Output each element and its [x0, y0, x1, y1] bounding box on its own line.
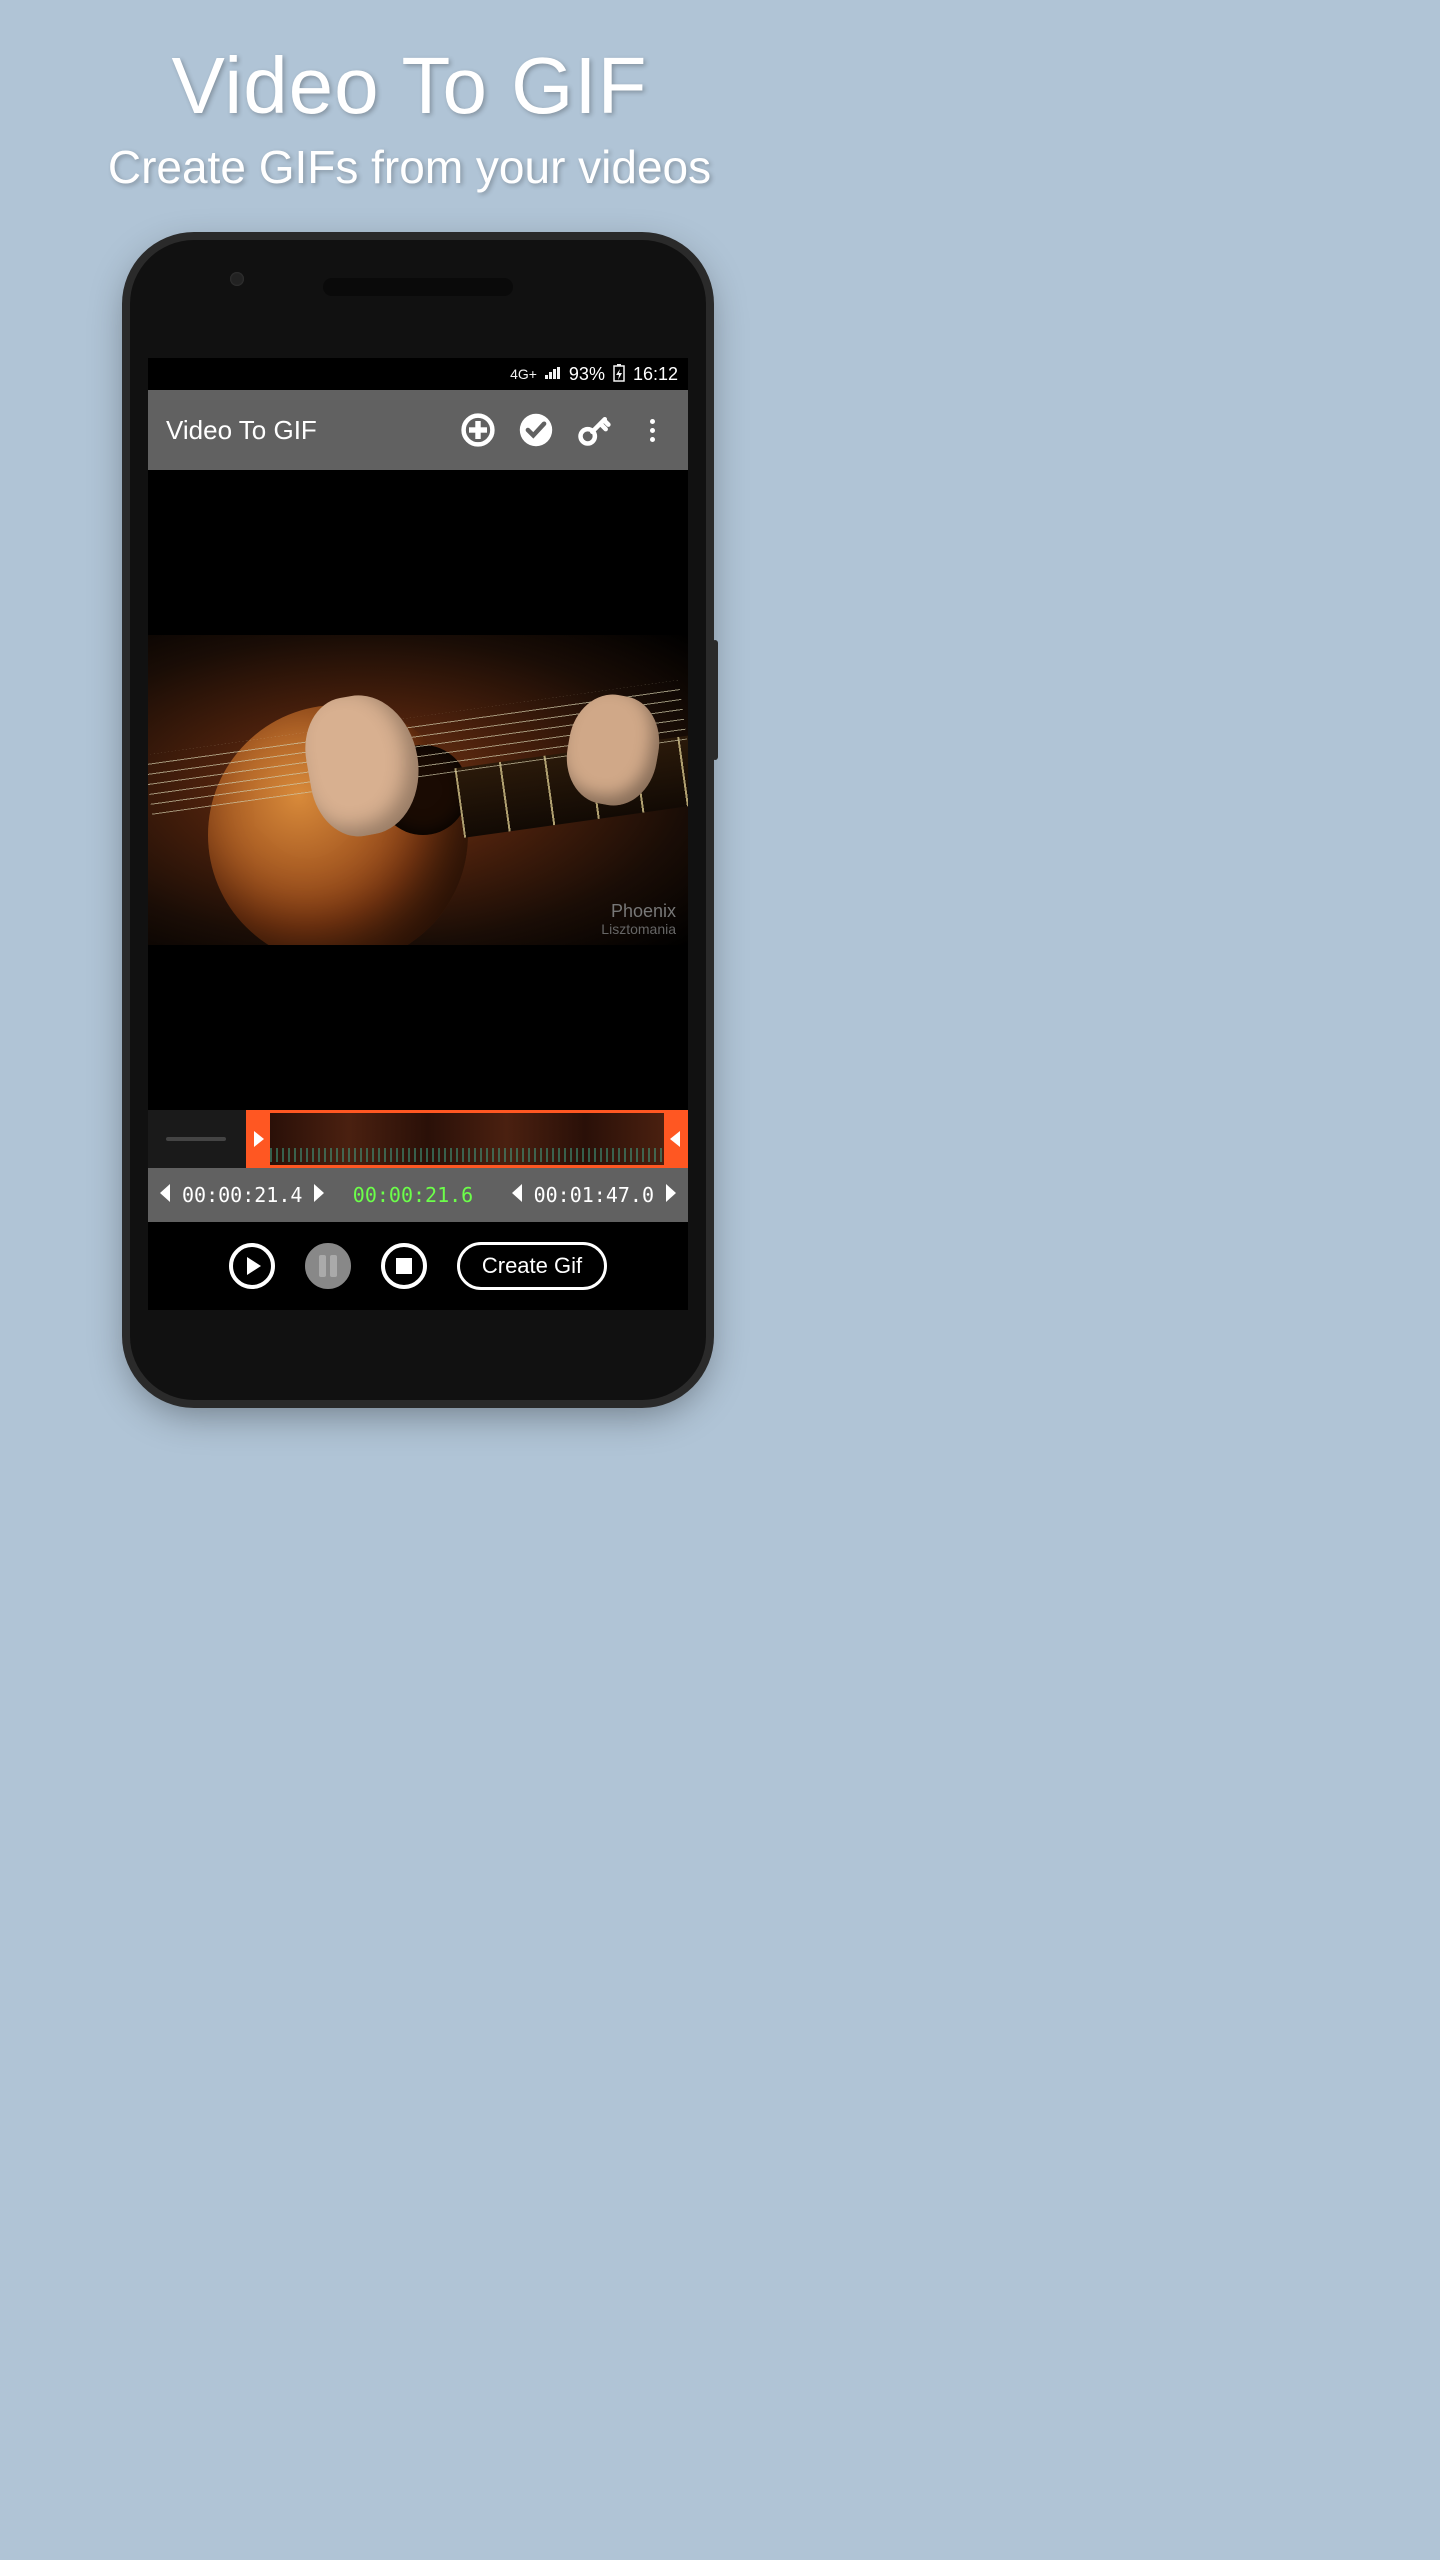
- phone-frame: 4G+ 93% 16:12 Video To GIF: [130, 240, 706, 1400]
- status-bar: 4G+ 93% 16:12: [148, 358, 688, 390]
- promo-header: Video To GIF Create GIFs from your video…: [0, 0, 819, 194]
- play-button[interactable]: [229, 1243, 275, 1289]
- current-time: 00:00:21.6: [353, 1183, 473, 1207]
- play-icon: [247, 1257, 261, 1275]
- promo-subtitle: Create GIFs from your videos: [0, 140, 819, 194]
- key-button[interactable]: [576, 412, 612, 448]
- timeline-thumbnails[interactable]: [270, 1110, 664, 1168]
- watermark-line2: Lisztomania: [601, 922, 676, 937]
- more-vert-icon: [650, 419, 655, 442]
- start-time-prev-button[interactable]: [154, 1181, 178, 1210]
- end-time: 00:01:47.0: [534, 1183, 654, 1207]
- confirm-button[interactable]: [518, 412, 554, 448]
- create-gif-button[interactable]: Create Gif: [457, 1242, 607, 1290]
- timeline-leading: [148, 1110, 246, 1168]
- app-bar: Video To GIF: [148, 390, 688, 470]
- stop-icon: [396, 1258, 412, 1274]
- battery-percent: 93%: [569, 364, 605, 385]
- add-button[interactable]: [460, 412, 496, 448]
- video-watermark: Phoenix Lisztomania: [601, 902, 676, 937]
- start-time: 00:00:21.4: [182, 1183, 302, 1207]
- watermark-line1: Phoenix: [601, 902, 676, 922]
- overflow-menu-button[interactable]: [634, 412, 670, 448]
- pause-button[interactable]: [305, 1243, 351, 1289]
- end-time-prev-button[interactable]: [506, 1181, 530, 1210]
- stop-button[interactable]: [381, 1243, 427, 1289]
- trim-end-handle[interactable]: [664, 1110, 688, 1168]
- appbar-title: Video To GIF: [166, 415, 438, 446]
- signal-icon: [545, 366, 561, 382]
- trim-start-handle[interactable]: [246, 1110, 270, 1168]
- phone-speaker: [323, 278, 513, 296]
- playback-controls: Create Gif: [148, 1222, 688, 1310]
- battery-charging-icon: [613, 364, 625, 385]
- video-frame: Phoenix Lisztomania: [148, 635, 688, 945]
- end-time-next-button[interactable]: [658, 1181, 682, 1210]
- video-preview[interactable]: Phoenix Lisztomania: [148, 470, 688, 1110]
- time-row: 00:00:21.4 00:00:21.6 00:01:47.0: [148, 1168, 688, 1222]
- network-icon: 4G+: [510, 366, 537, 382]
- status-time: 16:12: [633, 364, 678, 385]
- promo-title: Video To GIF: [0, 40, 819, 132]
- timeline-strip[interactable]: [148, 1110, 688, 1168]
- start-time-next-button[interactable]: [306, 1181, 330, 1210]
- phone-screen: 4G+ 93% 16:12 Video To GIF: [148, 358, 688, 1310]
- phone-camera: [230, 272, 244, 286]
- pause-icon: [319, 1255, 337, 1277]
